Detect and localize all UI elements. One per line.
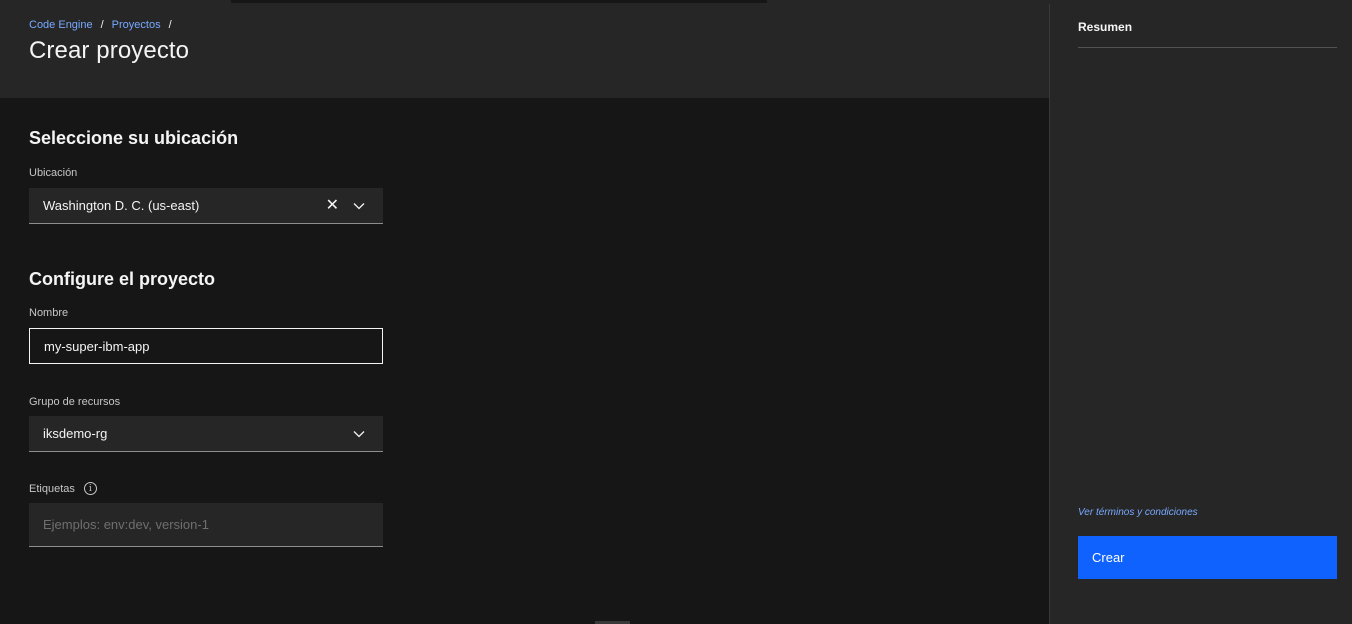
location-selected-value: Washington D. C. (us-east) bbox=[43, 198, 200, 213]
name-label: Nombre bbox=[29, 307, 69, 319]
chevron-down-icon[interactable] bbox=[353, 430, 365, 438]
breadcrumb: Code Engine / Proyectos / bbox=[29, 19, 180, 31]
summary-divider bbox=[1078, 47, 1337, 48]
tags-input[interactable]: Ejemplos: env:dev, version-1 bbox=[29, 503, 383, 547]
tags-label: Etiquetas i bbox=[29, 482, 97, 495]
create-project-form: Seleccione su ubicación Ubicación Washin… bbox=[0, 98, 1049, 624]
project-section-title: Configure el proyecto bbox=[29, 269, 216, 289]
breadcrumb-code-engine[interactable]: Code Engine bbox=[29, 19, 93, 31]
page-title: Crear proyecto bbox=[29, 37, 190, 64]
create-button[interactable]: Crear bbox=[1078, 536, 1337, 579]
tags-label-text: Etiquetas bbox=[29, 482, 75, 495]
summary-panel: Resumen Ver términos y condiciones Crear bbox=[1049, 4, 1352, 624]
breadcrumb-separator: / bbox=[168, 19, 172, 31]
breadcrumb-separator: / bbox=[100, 19, 104, 31]
resource-group-dropdown[interactable]: iksdemo-rg bbox=[29, 416, 383, 452]
close-icon[interactable]: ✕ bbox=[326, 197, 339, 214]
location-section-title: Seleccione su ubicación bbox=[29, 128, 239, 148]
resource-group-label: Grupo de recursos bbox=[29, 396, 121, 408]
terms-link[interactable]: Ver términos y condiciones bbox=[1078, 507, 1198, 518]
location-label: Ubicación bbox=[29, 167, 78, 179]
name-input-value: my-super-ibm-app bbox=[44, 338, 150, 354]
breadcrumb-proyectos[interactable]: Proyectos bbox=[112, 19, 161, 31]
tags-input-placeholder: Ejemplos: env:dev, version-1 bbox=[43, 517, 209, 532]
summary-title: Resumen bbox=[1078, 20, 1133, 34]
resource-group-value: iksdemo-rg bbox=[43, 426, 108, 441]
name-input[interactable]: my-super-ibm-app bbox=[29, 328, 383, 364]
page-header: Code Engine / Proyectos / Crear proyecto bbox=[0, 4, 1049, 98]
top-border-accent bbox=[231, 0, 767, 3]
info-icon[interactable]: i bbox=[83, 482, 97, 495]
location-dropdown[interactable]: Washington D. C. (us-east) ✕ bbox=[29, 188, 383, 224]
chevron-down-icon[interactable] bbox=[353, 202, 365, 210]
